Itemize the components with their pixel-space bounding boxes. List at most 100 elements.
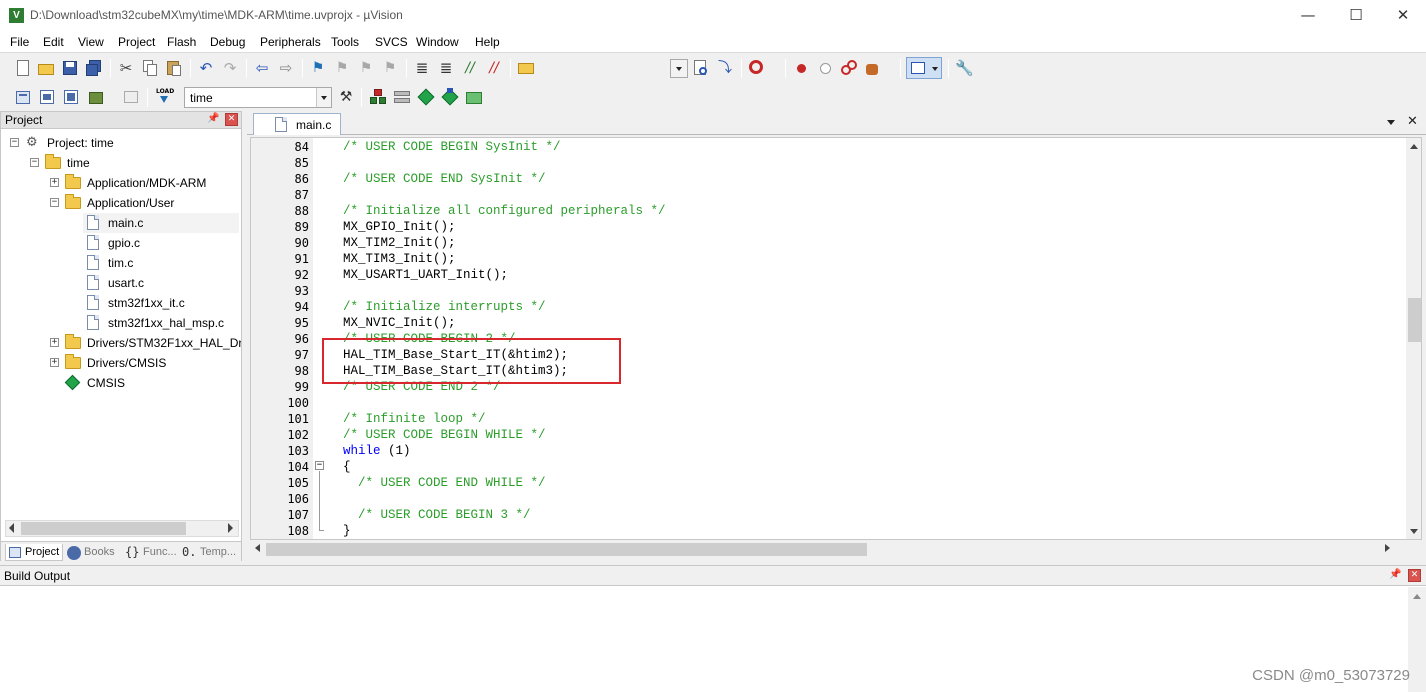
pin-icon[interactable]: 📌 xyxy=(1389,569,1401,582)
expand-icon[interactable]: + xyxy=(50,358,59,367)
maximize-button[interactable]: ☐ xyxy=(1333,0,1379,32)
new-file-icon[interactable] xyxy=(14,59,32,77)
uncomment-icon[interactable]: // xyxy=(485,59,503,77)
minimize-button[interactable]: — xyxy=(1285,0,1331,32)
menu-edit[interactable]: Edit xyxy=(43,35,64,49)
tree-item-file[interactable]: tim.c xyxy=(83,253,239,273)
editor-horizontal-scrollbar[interactable] xyxy=(250,541,1422,558)
unindent-icon[interactable]: ≣ xyxy=(437,59,455,77)
tree-item-target[interactable]: − time xyxy=(1,153,241,173)
save-icon[interactable] xyxy=(61,59,79,77)
tree-item-group[interactable]: + Application/MDK-ARM xyxy=(1,173,241,193)
tree-item-file[interactable]: stm32f1xx_it.c xyxy=(83,293,239,313)
target-select-dropdown[interactable] xyxy=(316,88,331,107)
window-layout-icon[interactable] xyxy=(906,57,942,79)
menu-view[interactable]: View xyxy=(78,35,104,49)
target-options-icon[interactable]: ⚒ xyxy=(337,88,355,106)
find-icon[interactable] xyxy=(692,59,710,77)
tree-item-group[interactable]: + Drivers/CMSIS xyxy=(1,353,241,373)
bookmark-insert-icon[interactable]: ⚑ xyxy=(309,59,327,77)
tree-item-file[interactable]: usart.c xyxy=(83,273,239,293)
tree-item-group[interactable]: − Application/User xyxy=(1,193,241,213)
indent-icon[interactable]: ≣ xyxy=(413,59,431,77)
tab-list-dropdown-icon[interactable] xyxy=(1387,120,1395,125)
target-select[interactable]: time xyxy=(184,87,332,108)
scrollbar-thumb[interactable] xyxy=(21,522,186,535)
incremental-find-icon[interactable]: ⤵ xyxy=(716,59,734,77)
bookmark-next-icon[interactable]: ⚑ xyxy=(357,59,375,77)
tree-item-file[interactable]: stm32f1xx_hal_msp.c xyxy=(83,313,239,333)
rebuild-icon[interactable] xyxy=(62,88,80,106)
configure-icon[interactable]: 🔧 xyxy=(955,59,974,77)
navigate-forward-icon[interactable]: ⇨ xyxy=(277,59,295,77)
scrollbar-thumb[interactable] xyxy=(1408,298,1421,342)
menu-window[interactable]: Window xyxy=(416,35,459,49)
undo-icon[interactable]: ↶ xyxy=(197,59,215,77)
download-icon[interactable]: LOAD xyxy=(155,88,174,106)
menu-help[interactable]: Help xyxy=(475,35,500,49)
tree-item-project[interactable]: − ⚙ Project: time xyxy=(1,133,241,153)
manage-components-icon[interactable] xyxy=(369,88,387,106)
breakpoint-options-icon[interactable] xyxy=(864,59,882,77)
save-all-icon[interactable] xyxy=(85,59,103,77)
expand-icon[interactable]: + xyxy=(50,178,59,187)
collapse-icon[interactable]: − xyxy=(50,198,59,207)
bookmark-clear-icon[interactable]: ⚑ xyxy=(381,59,399,77)
tab-main-c[interactable]: main.c xyxy=(253,113,341,135)
pack-installer-icon[interactable] xyxy=(417,88,435,106)
breakpoint-insert-icon[interactable] xyxy=(792,59,810,77)
scroll-up-icon[interactable] xyxy=(1413,594,1421,599)
paste-icon[interactable] xyxy=(165,59,183,77)
tab-templates[interactable]: 0. Temp... xyxy=(181,544,239,561)
menu-project[interactable]: Project xyxy=(118,35,155,49)
tab-books[interactable]: Books xyxy=(65,544,121,561)
scrollbar-thumb[interactable] xyxy=(266,543,867,556)
tab-project[interactable]: Project xyxy=(5,544,63,561)
menu-flash[interactable]: Flash xyxy=(167,35,196,49)
event-recorder-icon[interactable] xyxy=(465,88,483,106)
editor-vertical-scrollbar[interactable] xyxy=(1406,138,1421,539)
collapse-icon[interactable]: − xyxy=(10,138,19,147)
open-folder-icon[interactable] xyxy=(37,59,55,77)
project-panel-close-button[interactable]: ✕ xyxy=(225,113,238,126)
menu-tools[interactable]: Tools xyxy=(331,35,359,49)
build-icon[interactable] xyxy=(38,88,56,106)
expand-icon[interactable]: + xyxy=(50,338,59,347)
code-editor[interactable]: 84 85 86 87 88 89 90 91 92 93 94 95 96 97 98 99 100 101 10… xyxy=(250,137,1422,540)
tree-item-file-selected[interactable]: main.c xyxy=(83,213,239,233)
scroll-left-icon[interactable] xyxy=(255,544,260,552)
batch-build-icon[interactable] xyxy=(88,88,106,106)
scroll-up-icon[interactable] xyxy=(1410,144,1418,149)
find-in-files-icon[interactable] xyxy=(517,59,535,77)
project-horizontal-scrollbar[interactable] xyxy=(5,520,239,537)
close-window-button[interactable]: ✕ xyxy=(1380,0,1426,32)
stop-build-icon[interactable] xyxy=(122,88,140,106)
find-combo[interactable] xyxy=(670,59,688,78)
redo-icon[interactable]: ↷ xyxy=(221,59,239,77)
tab-functions[interactable]: {} Func... xyxy=(123,544,179,561)
breakpoint-disable-icon[interactable] xyxy=(816,59,834,77)
scroll-right-icon[interactable] xyxy=(228,523,233,533)
build-output-close-button[interactable]: ✕ xyxy=(1408,569,1421,582)
cut-icon[interactable]: ✂ xyxy=(117,59,135,77)
copy-icon[interactable] xyxy=(141,59,159,77)
bookmark-prev-icon[interactable]: ⚑ xyxy=(333,59,351,77)
debug-session-icon[interactable] xyxy=(748,59,766,77)
tree-item-cmsis[interactable]: CMSIS xyxy=(1,373,241,393)
translate-icon[interactable] xyxy=(14,88,32,106)
menu-peripherals[interactable]: Peripherals xyxy=(260,35,321,49)
breakpoint-kill-icon[interactable] xyxy=(840,59,858,77)
menu-file[interactable]: File xyxy=(10,35,29,49)
fold-collapse-icon[interactable]: − xyxy=(315,461,324,470)
navigate-back-icon[interactable]: ⇦ xyxy=(253,59,271,77)
tree-item-group[interactable]: + Drivers/STM32F1xx_HAL_Driv xyxy=(1,333,241,353)
collapse-icon[interactable]: − xyxy=(30,158,39,167)
pin-icon[interactable]: 📌 xyxy=(207,113,219,126)
comment-icon[interactable]: // xyxy=(461,59,479,77)
menu-debug[interactable]: Debug xyxy=(210,35,245,49)
menu-svcs[interactable]: SVCS xyxy=(375,35,408,49)
close-tab-icon[interactable]: ✕ xyxy=(1407,114,1418,129)
build-output-scrollbar[interactable] xyxy=(1408,587,1426,692)
scroll-right-icon[interactable] xyxy=(1385,544,1390,552)
select-packs-icon[interactable] xyxy=(393,88,411,106)
